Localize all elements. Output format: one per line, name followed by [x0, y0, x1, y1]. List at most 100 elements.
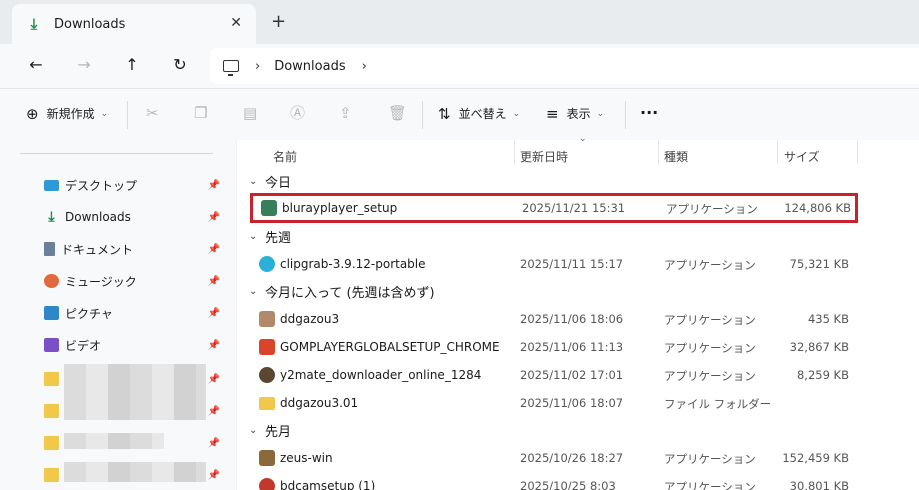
chevron-down-icon: ⌄ — [596, 108, 605, 119]
sort-button[interactable]: ⇅ 並べ替え ⌄ — [438, 105, 520, 122]
view-button[interactable]: ≡ 表示 ⌄ — [546, 105, 604, 122]
pin-icon[interactable]: 📌 — [208, 340, 220, 351]
new-label: 新規作成 — [46, 107, 95, 121]
file-row[interactable]: ddgazou3 2025/11/06 18:06 アプリケーション 435 K… — [249, 305, 855, 333]
divider — [625, 101, 626, 129]
this-pc-icon[interactable] — [223, 60, 239, 76]
file-row[interactable]: bdcamsetup (1) 2025/10/25 8:03 アプリケーション … — [249, 472, 855, 490]
column-header-date[interactable]: 更新日時 — [520, 148, 568, 165]
folder-icon — [44, 372, 59, 386]
app-icon — [259, 311, 275, 327]
group-header-last-month[interactable]: ⌄ 先月 — [249, 421, 291, 440]
folder-icon — [44, 404, 59, 418]
pin-icon[interactable]: 📌 — [208, 438, 220, 449]
divider — [127, 101, 128, 129]
column-divider[interactable] — [857, 140, 858, 164]
view-lines-icon: ≡ — [546, 104, 559, 123]
column-header-name[interactable]: 名前 — [273, 148, 297, 165]
sidebar-item-label: ドキュメント — [61, 242, 134, 257]
file-list: 名前 ⌄ 更新日時 種類 サイズ ⌄ 今日 blurayplayer_setup… — [237, 134, 919, 490]
divider — [20, 153, 213, 154]
file-size: 75,321 KB — [789, 257, 849, 271]
file-date: 2025/11/11 15:17 — [520, 257, 624, 271]
pin-icon[interactable]: 📌 — [208, 180, 220, 191]
command-bar: ⊕ 新規作成 ⌄ ✂ ❐ ▤ Ⓐ ⇪ 🗑 ⇅ 並べ替え ⌄ ≡ 表示 ⌄ ··· — [0, 88, 919, 140]
file-row[interactable]: y2mate_downloader_online_1284 2025/11/02… — [249, 361, 855, 389]
rename-icon: Ⓐ — [290, 104, 306, 122]
group-header-today[interactable]: ⌄ 今日 — [249, 172, 291, 191]
pin-icon[interactable]: 📌 — [208, 374, 220, 385]
file-row[interactable]: ddgazou3.01 2025/11/06 18:07 ファイル フォルダー — [249, 389, 855, 417]
file-row[interactable]: GOMPLAYERGLOBALSETUP_CHROME 2025/11/06 1… — [249, 333, 855, 361]
chevron-down-icon: ⌄ — [249, 231, 258, 242]
close-tab-icon[interactable]: ✕ — [230, 15, 242, 31]
copy-icon: ❐ — [194, 104, 208, 122]
delete-button[interactable]: 🗑 — [388, 105, 407, 121]
copy-button[interactable]: ❐ — [194, 105, 207, 121]
videos-icon — [44, 338, 59, 352]
column-divider[interactable] — [658, 140, 659, 164]
forward-button[interactable]: → — [74, 56, 94, 74]
sidebar-item-music[interactable]: ミュージック 📌 — [44, 271, 220, 291]
chevron-down-icon: ⌄ — [100, 108, 109, 119]
file-date: 2025/10/26 18:27 — [520, 451, 624, 465]
column-divider[interactable] — [514, 140, 515, 164]
breadcrumb-downloads[interactable]: Downloads — [274, 59, 345, 74]
address-bar[interactable]: › Downloads › — [210, 48, 919, 84]
up-button[interactable]: ↑ — [122, 56, 142, 74]
file-type: アプリケーション — [664, 258, 756, 272]
new-button[interactable]: ⊕ 新規作成 ⌄ — [26, 105, 108, 122]
file-date: 2025/11/06 18:07 — [520, 396, 624, 410]
rename-button[interactable]: Ⓐ — [290, 105, 305, 121]
download-icon: ⤓ — [30, 15, 38, 33]
file-size: 152,459 KB — [782, 451, 849, 465]
sort-icon: ⇅ — [438, 104, 451, 123]
sidebar-item-documents[interactable]: ドキュメント 📌 — [44, 239, 220, 259]
file-type: アプリケーション — [664, 369, 756, 383]
file-row[interactable]: blurayplayer_setup 2025/11/21 15:31 アプリケ… — [250, 193, 858, 223]
file-row[interactable]: clipgrab-3.9.12-portable 2025/11/11 15:1… — [249, 250, 855, 278]
file-name: blurayplayer_setup — [282, 201, 398, 215]
column-header-size[interactable]: サイズ — [784, 148, 820, 165]
navigation-bar: ← → ↑ ↻ › Downloads › — [0, 44, 919, 88]
file-type: アプリケーション — [664, 313, 756, 327]
file-row[interactable]: zeus-win 2025/10/26 18:27 アプリケーション 152,4… — [249, 444, 855, 472]
column-divider[interactable] — [777, 140, 778, 164]
redacted-label — [64, 364, 206, 394]
paste-button[interactable]: ▤ — [243, 105, 257, 121]
pin-icon[interactable]: 📌 — [208, 212, 220, 223]
share-button[interactable]: ⇪ — [339, 105, 352, 121]
pin-icon[interactable]: 📌 — [208, 244, 220, 255]
sidebar-item-videos[interactable]: ビデオ 📌 — [44, 335, 220, 355]
tab-downloads[interactable]: ⤓ Downloads ✕ — [12, 4, 256, 44]
cut-button[interactable]: ✂ — [146, 105, 159, 121]
sidebar-item-desktop[interactable]: デスクトップ 📌 — [44, 175, 220, 195]
column-header-type[interactable]: 種類 — [664, 148, 688, 165]
pin-icon[interactable]: 📌 — [208, 406, 220, 417]
refresh-button[interactable]: ↻ — [170, 56, 190, 74]
sidebar-item-pictures[interactable]: ピクチャ 📌 — [44, 303, 220, 323]
new-tab-button[interactable]: + — [271, 13, 286, 31]
divider — [422, 101, 423, 129]
pin-icon[interactable]: 📌 — [208, 276, 220, 287]
more-options-button[interactable]: ··· — [640, 103, 658, 122]
pin-icon[interactable]: 📌 — [208, 470, 220, 481]
file-date: 2025/11/02 17:01 — [520, 368, 624, 382]
sort-label: 並べ替え — [458, 107, 507, 121]
back-button[interactable]: ← — [26, 56, 46, 74]
chevron-down-icon: ⌄ — [249, 425, 258, 436]
breadcrumb-separator[interactable]: › — [362, 59, 367, 74]
pictures-icon — [44, 306, 59, 320]
view-label: 表示 — [566, 107, 591, 121]
group-header-this-month[interactable]: ⌄ 今月に入って (先週は含めず) — [249, 282, 435, 301]
redacted-label — [64, 394, 206, 420]
sidebar-item-label: Downloads — [65, 210, 131, 224]
file-size: 124,806 KB — [784, 201, 851, 215]
group-header-last-week[interactable]: ⌄ 先週 — [249, 227, 291, 246]
pin-icon[interactable]: 📌 — [208, 308, 220, 319]
file-type: アプリケーション — [664, 480, 756, 490]
breadcrumb-separator[interactable]: › — [255, 59, 260, 74]
file-date: 2025/10/25 8:03 — [520, 479, 616, 490]
sidebar-item-downloads[interactable]: ⤓ Downloads 📌 — [44, 207, 220, 227]
desktop-icon — [44, 179, 59, 191]
